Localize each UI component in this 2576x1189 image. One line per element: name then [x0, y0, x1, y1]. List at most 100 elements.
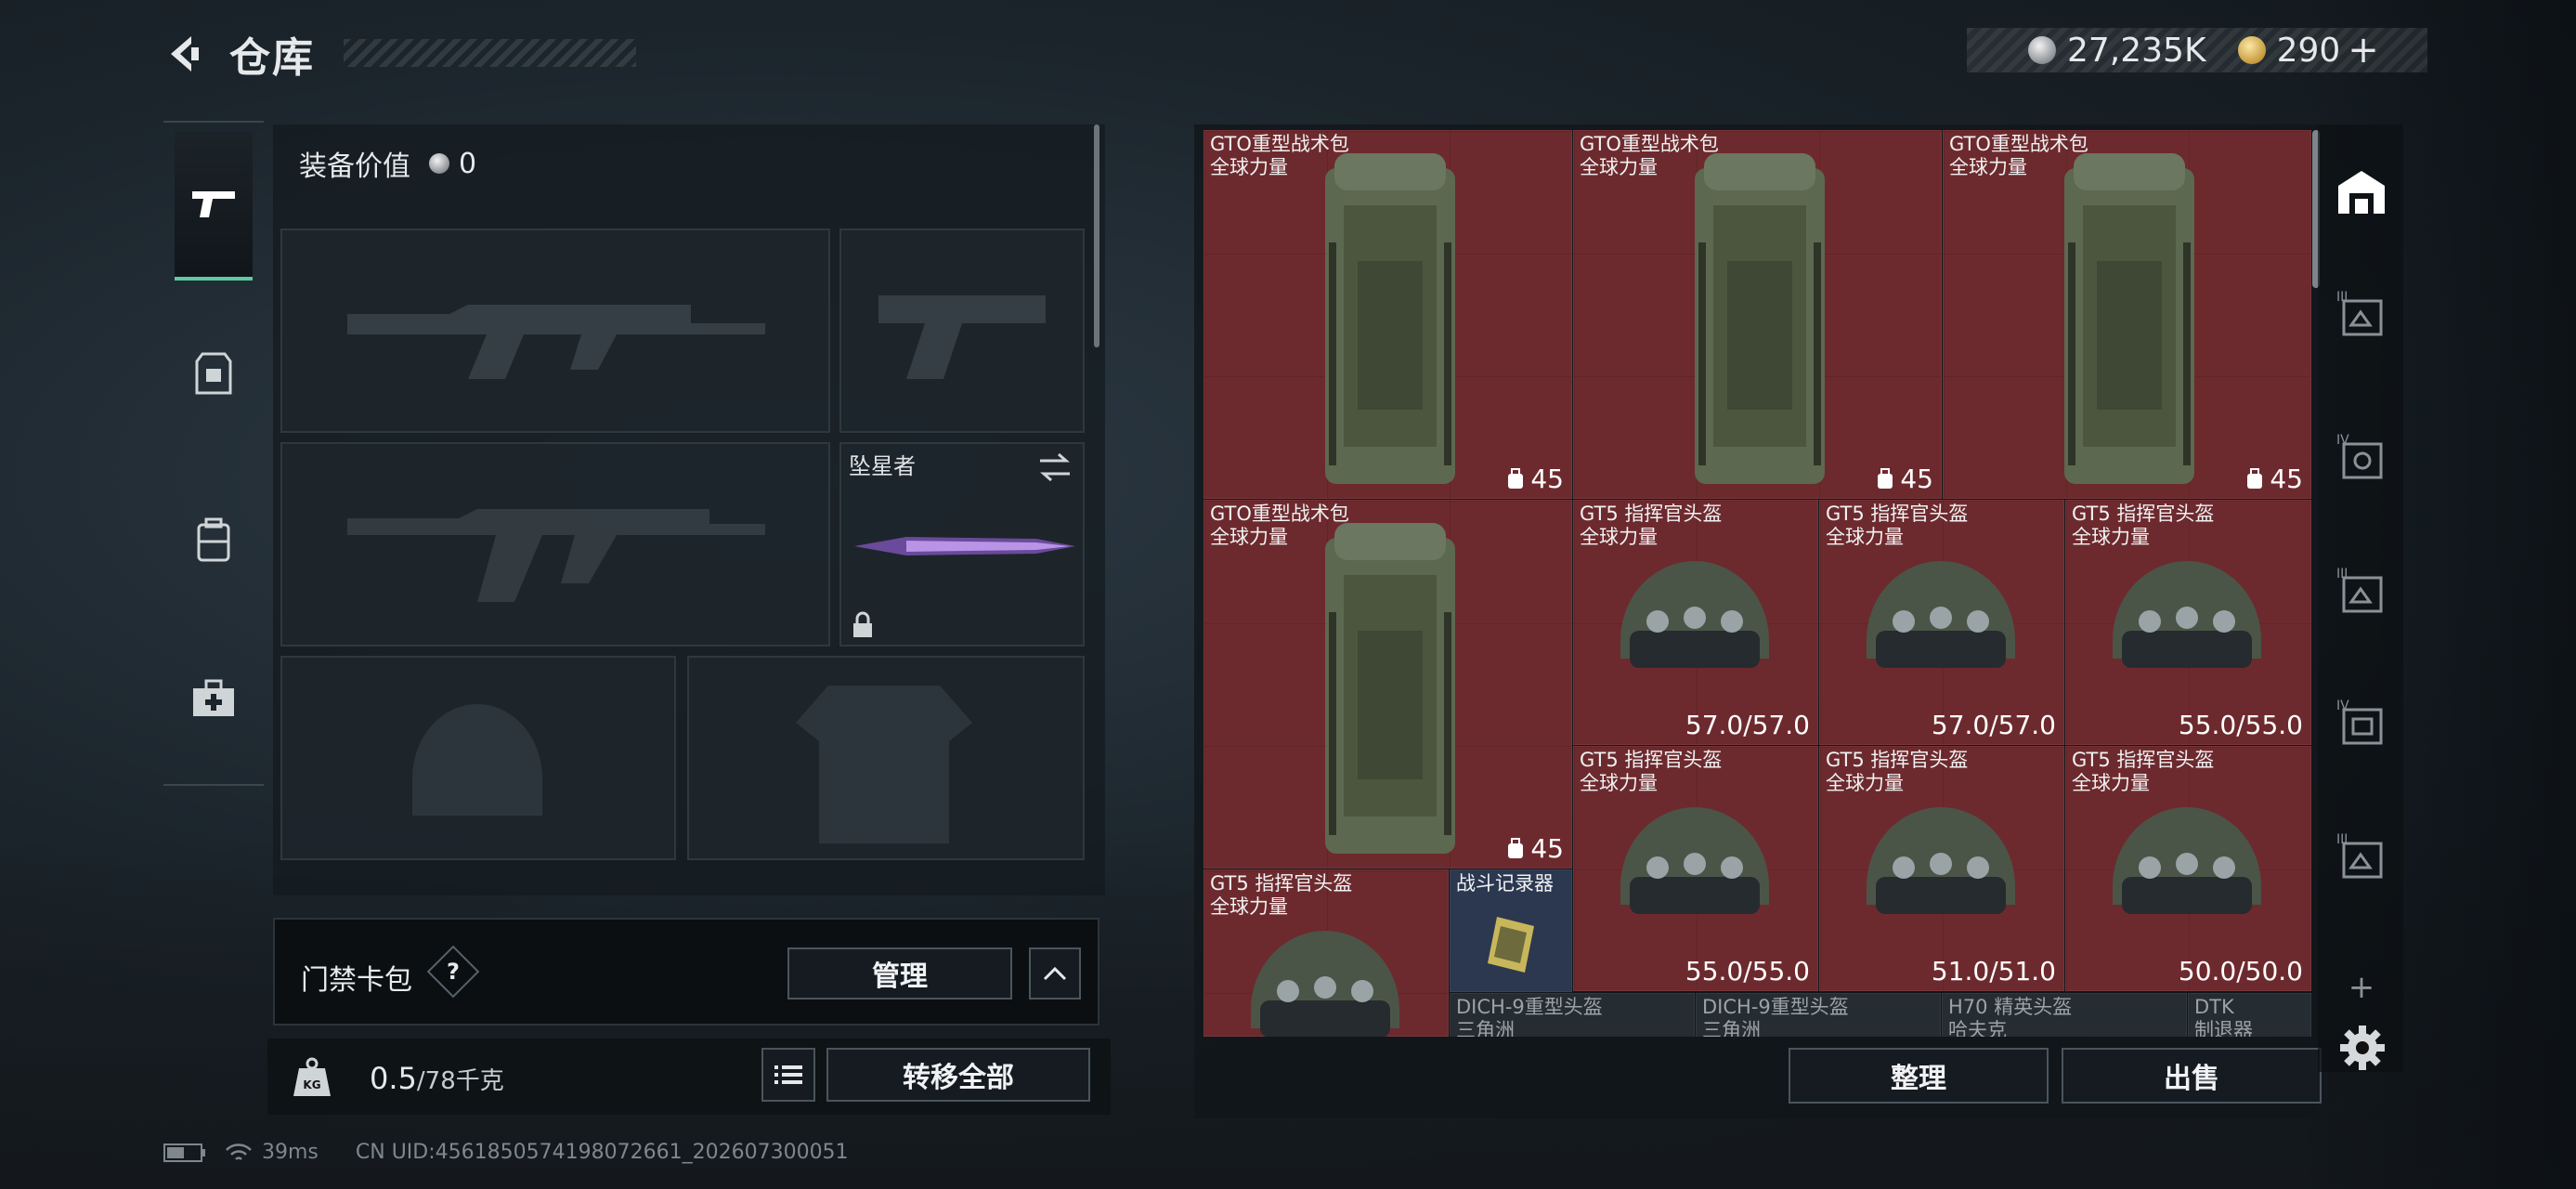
helmet-image [2113, 561, 2261, 668]
filter-box-2[interactable]: IV [2335, 431, 2388, 485]
inventory-item[interactable]: GTO重型战术包 全球力量 45 [1203, 500, 1572, 869]
weight-max: /78千克 [416, 1067, 504, 1095]
nav-weapons[interactable] [175, 132, 253, 281]
inventory-item[interactable]: GTO重型战术包 全球力量 45 [1573, 130, 1942, 499]
capacity-icon [1508, 467, 1524, 489]
keycard-bar: 门禁卡包 ? 管理 [273, 918, 1099, 1026]
inventory-item[interactable]: DICH-9重型头盔 三角洲 [1696, 993, 1941, 1037]
expand-button[interactable] [1029, 947, 1081, 1000]
backpack-image [1325, 153, 1455, 484]
item-count: 45 [1506, 464, 1564, 494]
inventory-item[interactable]: DTK 制退器 [2188, 993, 2311, 1037]
equipment-scrollbar[interactable] [1094, 124, 1099, 347]
svg-text:IV: IV [2336, 699, 2349, 713]
inventory-item[interactable]: GTO重型战术包 全球力量 45 [1943, 130, 2311, 499]
pistol-silhouette-icon [878, 295, 1046, 379]
secondary-weapon-slot[interactable] [280, 442, 830, 647]
inventory-item[interactable]: GTO重型战术包 全球力量 45 [1203, 130, 1572, 499]
currency-bar: 27,235K 290 + [1967, 28, 2427, 72]
item-durability: 57.0/57.0 [1931, 710, 2056, 740]
inventory-item[interactable]: DICH-9重型头盔 三角洲 [1450, 993, 1695, 1037]
filter-box-5[interactable]: III [2335, 830, 2388, 884]
helmet-image [1867, 807, 2015, 914]
helmet-silhouette-icon [412, 704, 542, 816]
primary-weapon-slot[interactable] [280, 229, 830, 433]
item-count: 45 [2245, 464, 2303, 494]
equipment-panel: 装备价值 0 坠星者 [273, 124, 1105, 895]
page-title: 仓库 [229, 34, 315, 82]
nav-armor[interactable] [175, 299, 253, 448]
backpack-icon [197, 517, 230, 562]
storage-box-icon: IV [2336, 433, 2383, 479]
list-view-button[interactable] [761, 1048, 815, 1102]
storage-box-icon: III [2336, 567, 2383, 613]
ping-text: 39ms [262, 1141, 319, 1164]
inventory-item[interactable]: GT5 指挥官头盔 全球力量 [1203, 869, 1449, 1037]
sell-button[interactable]: 出售 [2062, 1048, 2322, 1104]
inventory-item[interactable]: H70 精英头盔 哈夫克 [1942, 993, 2187, 1037]
backpack-image [1695, 153, 1825, 484]
inventory-item[interactable]: 战斗记录器 [1450, 869, 1572, 992]
svg-text:III: III [2336, 567, 2348, 581]
storage-filter-nav: III IV III IV III + [2318, 124, 2403, 1072]
helmet-image [1867, 561, 2015, 668]
settings-button[interactable] [2338, 1024, 2387, 1076]
filter-box-4[interactable]: IV [2335, 697, 2388, 751]
manage-button[interactable]: 管理 [787, 947, 1012, 1000]
melee-slot[interactable]: 坠星者 [839, 442, 1085, 647]
svg-text:III: III [2336, 832, 2348, 847]
nav-supplies[interactable] [175, 624, 253, 773]
filter-box-3[interactable]: III [2335, 565, 2388, 619]
helmet-image [1620, 561, 1769, 668]
inventory-panel: GTO重型战术包 全球力量 45 GTO重型战术包 全球力量 45 GTO重型战术包… [1194, 124, 2322, 1118]
item-durability: 55.0/55.0 [1685, 956, 1810, 986]
inventory-item[interactable]: GT5 指挥官头盔 全球力量 50.0/50.0 [2065, 746, 2311, 991]
item-name: 战斗记录器 [1456, 872, 1554, 895]
melee-knife-icon [854, 537, 1075, 555]
title-decoration [344, 39, 636, 67]
svg-text:III: III [2336, 290, 2348, 305]
item-durability: 55.0/55.0 [2178, 710, 2303, 740]
gold-amount: 290 [2276, 31, 2341, 70]
weight-current: 0.5 [370, 1061, 417, 1096]
help-icon[interactable]: ? [426, 945, 480, 999]
swap-icon[interactable] [1036, 451, 1073, 483]
gold-coin-icon [2237, 36, 2266, 64]
inventory-item[interactable]: GT5 指挥官头盔 全球力量 55.0/55.0 [1573, 746, 1818, 991]
list-icon [774, 1065, 802, 1084]
sort-button[interactable]: 整理 [1789, 1048, 2049, 1104]
medkit-icon [193, 679, 234, 716]
inventory-grid: GTO重型战术包 全球力量 45 GTO重型战术包 全球力量 45 GTO重型战术包… [1203, 130, 2314, 1037]
inventory-item[interactable]: GT5 指挥官头盔 全球力量 57.0/57.0 [1573, 500, 1818, 745]
keycard-label: 门禁卡包 [301, 964, 412, 997]
storage-box-icon: IV [2336, 699, 2383, 745]
backpack-image [2064, 153, 2194, 484]
add-storage-button[interactable]: + [2335, 960, 2388, 1014]
transfer-all-button[interactable]: 转移全部 [826, 1048, 1090, 1102]
item-durability: 51.0/51.0 [1931, 956, 2056, 986]
backpack-image [1325, 523, 1455, 854]
add-gold-button[interactable]: + [2348, 29, 2379, 72]
armor-slot[interactable] [687, 656, 1085, 860]
inventory-item[interactable]: GT5 指挥官头盔 全球力量 55.0/55.0 [2065, 500, 2311, 745]
filter-all[interactable] [2335, 165, 2388, 219]
helmet-image [2113, 807, 2261, 914]
weight-text: 0.5/78千克 [370, 1061, 504, 1096]
filter-box-1[interactable]: III [2335, 288, 2388, 342]
gear-icon [2340, 1026, 2385, 1070]
silver-amount: 27,235K [2067, 31, 2206, 70]
inventory-item[interactable]: GT5 指挥官头盔 全球力量 57.0/57.0 [1819, 500, 2064, 745]
vest-icon [195, 352, 232, 395]
silver-coin-icon [429, 153, 449, 174]
lock-icon [853, 611, 872, 637]
back-arrow-icon[interactable] [163, 32, 207, 76]
helmet-slot[interactable] [280, 656, 676, 860]
silver-coin-icon [2028, 36, 2056, 64]
inventory-item[interactable]: GT5 指挥官头盔 全球力量 51.0/51.0 [1819, 746, 2064, 991]
chevron-up-icon [1043, 966, 1067, 981]
sidearm-slot[interactable] [839, 229, 1085, 433]
armor-silhouette-icon [796, 686, 972, 843]
item-name: DICH-9重型头盔 三角洲 [1702, 996, 1849, 1037]
nav-backpack[interactable] [175, 466, 253, 615]
warehouse-icon [2338, 171, 2385, 214]
